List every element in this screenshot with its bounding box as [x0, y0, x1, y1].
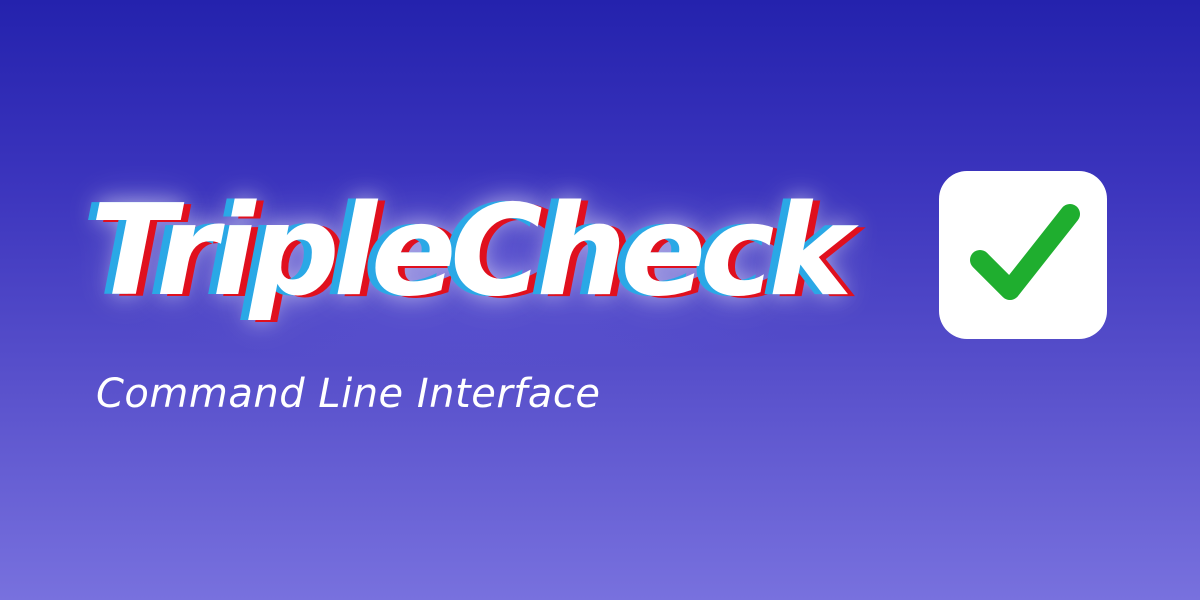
checkmark-badge [939, 171, 1107, 339]
checkmark-icon [970, 204, 1080, 300]
banner: TripleCheck Command Line Interface [0, 0, 1200, 600]
app-subtitle: Command Line Interface [96, 371, 601, 417]
app-title: TripleCheck [90, 177, 852, 324]
